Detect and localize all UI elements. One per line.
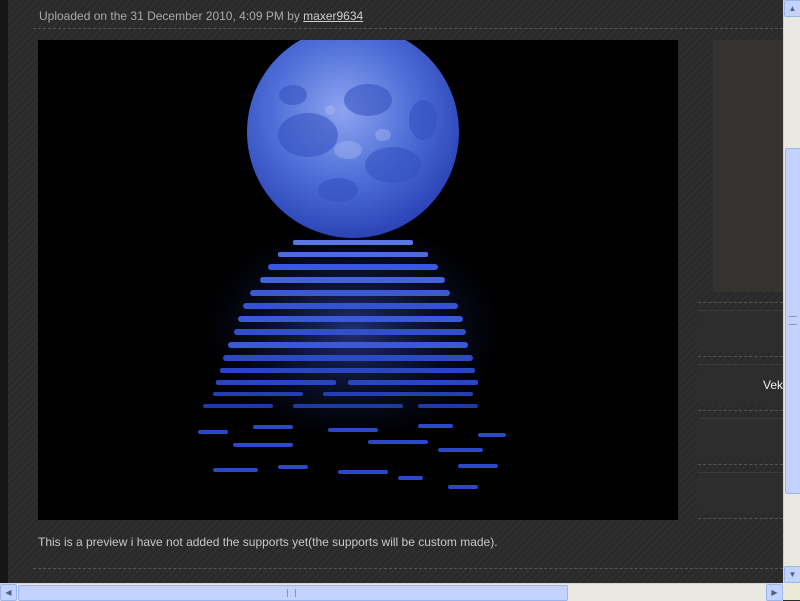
author-link[interactable]: maxer9634 [303,9,363,23]
upload-info: Uploaded on the 31 December 2010, 4:09 P… [39,9,363,23]
arrow-down-icon[interactable]: ▼ [784,566,800,583]
grip-icon [287,589,296,597]
side-divider [698,410,783,411]
image-caption: This is a preview i have not added the s… [38,535,498,549]
upload-prefix: Uploaded on the 31 December 2010, 4:09 P… [39,9,304,23]
arrow-left-icon[interactable]: ◀ [0,584,17,601]
side-box-4[interactable] [698,472,783,513]
side-divider [698,464,783,465]
divider-bottom [33,568,783,569]
side-box-label: Vek [762,378,783,392]
horizontal-scrollbar[interactable]: ◀ ▶ [0,583,783,601]
side-divider [698,356,783,357]
arrow-up-icon[interactable]: ▲ [784,0,800,17]
side-divider [698,302,783,303]
side-panel [713,40,783,292]
moon-reflection-graphic [38,40,678,520]
page-content: Uploaded on the 31 December 2010, 4:09 P… [8,0,783,583]
vertical-scrollbar[interactable]: ▲ ▼ [783,0,800,583]
divider-top [33,28,783,29]
side-box-3[interactable] [698,418,783,459]
arrow-right-icon[interactable]: ▶ [766,584,783,601]
side-box-1[interactable] [698,310,783,351]
grip-icon [789,316,797,325]
scrollbar-corner [783,583,800,600]
side-box-2[interactable]: Vek [698,364,783,405]
side-divider [698,518,783,519]
vertical-scroll-thumb[interactable] [785,148,800,494]
horizontal-scroll-thumb[interactable] [18,585,568,601]
moon-reflection-image [38,40,678,520]
left-page-edge [0,0,8,583]
